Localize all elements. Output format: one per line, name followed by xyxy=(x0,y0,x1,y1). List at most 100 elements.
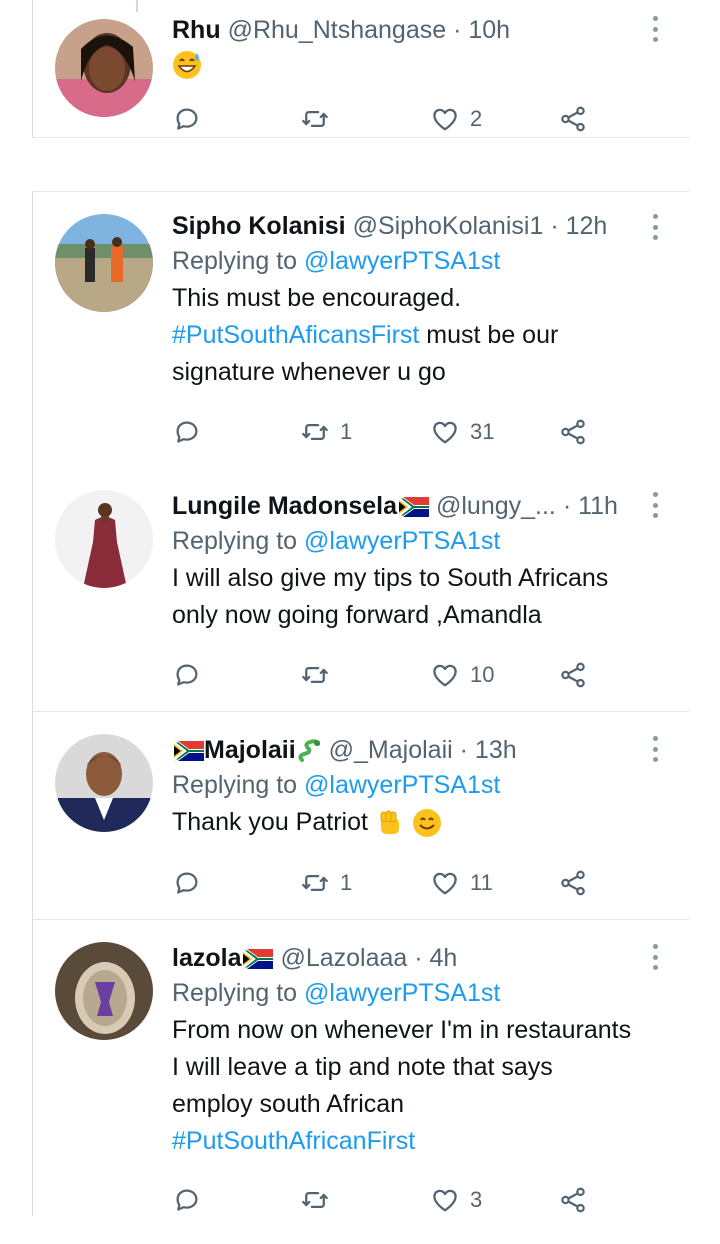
user-handle[interactable]: @SiphoKolanisi1 xyxy=(353,212,544,240)
reply-target-handle[interactable]: @lawyerPTSA1st xyxy=(304,247,500,275)
retweet-button[interactable] xyxy=(300,655,340,695)
reply-button[interactable] xyxy=(172,655,202,695)
tweet-header: Rhu @Rhu_Ntshangase · 10h xyxy=(172,14,661,46)
hashtag-link[interactable]: #PutSouthAficansFirst xyxy=(172,321,419,349)
display-name[interactable]: lazola xyxy=(172,944,241,972)
share-icon xyxy=(558,660,588,690)
tweet-card[interactable]: Sipho Kolanisi @SiphoKolanisi1 · 12h Rep… xyxy=(32,191,689,469)
tweet-text-line: only now going forward ,Amandla xyxy=(172,601,542,629)
reply-target-handle[interactable]: @lawyerPTSA1st xyxy=(304,771,500,799)
replying-to: Replying to @lawyerPTSA1st xyxy=(172,768,661,802)
avatar[interactable] xyxy=(55,734,153,832)
retweet-count: 1 xyxy=(340,419,353,444)
separator-dot: · xyxy=(562,492,572,520)
avatar[interactable] xyxy=(55,490,153,588)
tweet-text: From now on whenever I'm in restaurants … xyxy=(172,1012,661,1160)
timestamp[interactable]: 12h xyxy=(566,212,608,240)
tweet-card[interactable]: Majolaii @_Majolaii · 13h Replying to @l… xyxy=(32,712,689,920)
share-icon xyxy=(558,104,588,134)
display-name[interactable]: Rhu xyxy=(172,16,221,44)
snake-emoji xyxy=(298,739,320,763)
like-button[interactable]: 3 xyxy=(430,1180,482,1220)
more-options-icon[interactable] xyxy=(651,214,659,240)
tweet-header: lazola @Lazolaaa · 4h xyxy=(172,942,661,974)
timestamp[interactable]: 4h xyxy=(430,944,458,972)
tweet-text: Thank you Patriot xyxy=(172,804,661,841)
separator-dot: · xyxy=(414,944,423,972)
reply-icon xyxy=(172,1185,202,1215)
tweet-text-line: Thank you Patriot xyxy=(172,808,368,836)
display-name[interactable]: Majolaii xyxy=(204,736,296,764)
avatar[interactable] xyxy=(55,19,153,117)
tweet-text-line: I will leave a tip and note that says xyxy=(172,1053,553,1081)
user-handle[interactable]: @_Majolaii xyxy=(329,736,453,764)
reply-icon xyxy=(172,104,202,134)
avatar[interactable] xyxy=(55,942,153,1040)
like-button[interactable]: 10 xyxy=(430,655,494,695)
replying-label: Replying to xyxy=(172,247,298,275)
user-handle[interactable]: @Lazolaaa xyxy=(280,944,407,972)
tweet-actions: 1 11 xyxy=(172,863,622,903)
replying-label: Replying to xyxy=(172,979,298,1007)
reply-button[interactable] xyxy=(172,1180,202,1220)
tweet-text-line: This must be encouraged. xyxy=(172,284,462,312)
retweet-icon xyxy=(300,1185,330,1215)
like-button[interactable]: 11 xyxy=(430,863,493,903)
retweet-button[interactable] xyxy=(300,99,340,139)
display-name[interactable]: Lungile Madonsela xyxy=(172,492,397,520)
more-options-icon[interactable] xyxy=(651,944,659,970)
tweet-card[interactable]: Rhu @Rhu_Ntshangase · 10h 2 xyxy=(32,0,689,138)
like-button[interactable]: 31 xyxy=(430,412,494,452)
reply-target-handle[interactable]: @lawyerPTSA1st xyxy=(304,979,500,1007)
share-icon xyxy=(558,1185,588,1215)
reply-button[interactable] xyxy=(172,99,202,139)
like-button[interactable]: 2 xyxy=(430,99,482,139)
share-button[interactable] xyxy=(558,863,588,903)
reply-button[interactable] xyxy=(172,412,202,452)
retweet-button[interactable]: 1 xyxy=(300,863,352,903)
tweet-text: I will also give my tips to South Africa… xyxy=(172,560,661,634)
timestamp[interactable]: 11h xyxy=(578,492,618,520)
heart-icon xyxy=(430,1185,460,1215)
like-count: 2 xyxy=(470,106,483,131)
avatar[interactable] xyxy=(55,214,153,312)
grinning-sweat-emoji xyxy=(173,51,201,79)
south-africa-flag-icon xyxy=(243,949,273,969)
more-options-icon[interactable] xyxy=(651,736,659,762)
tweet-card[interactable]: lazola @Lazolaaa · 4h Replying to @lawye… xyxy=(32,920,689,1216)
tweet-text-line: signature whenever u go xyxy=(172,358,446,386)
share-button[interactable] xyxy=(558,1180,588,1220)
reply-icon xyxy=(172,868,202,898)
smiling-face-emoji xyxy=(412,809,441,838)
more-options-icon[interactable] xyxy=(651,16,659,42)
display-name[interactable]: Sipho Kolanisi xyxy=(172,212,346,240)
heart-icon xyxy=(430,868,460,898)
retweet-button[interactable]: 1 xyxy=(300,412,352,452)
share-icon xyxy=(558,868,588,898)
separator-dot: · xyxy=(453,16,462,44)
thread-line xyxy=(136,0,138,12)
user-handle[interactable]: @Rhu_Ntshangase xyxy=(228,16,447,44)
retweet-button[interactable] xyxy=(300,1180,340,1220)
share-button[interactable] xyxy=(558,99,588,139)
raised-fist-emoji xyxy=(380,810,399,835)
hashtag-link[interactable]: #PutSouthAfricanFirst xyxy=(172,1123,661,1160)
timestamp[interactable]: 13h xyxy=(475,736,517,764)
share-button[interactable] xyxy=(558,412,588,452)
reply-target-handle[interactable]: @lawyerPTSA1st xyxy=(304,527,500,555)
retweet-icon xyxy=(300,868,330,898)
user-handle[interactable]: @lungy_... xyxy=(436,492,556,520)
share-button[interactable] xyxy=(558,655,588,695)
timestamp[interactable]: 10h xyxy=(468,16,510,44)
tweet-text: This must be encouraged. #PutSouthAfican… xyxy=(172,280,661,391)
heart-icon xyxy=(430,417,460,447)
retweet-icon xyxy=(300,660,330,690)
tweet-header: Lungile Madonsela @lungy_... · 11h xyxy=(172,490,661,522)
tweet-card[interactable]: Lungile Madonsela @lungy_... · 11h Reply… xyxy=(32,468,689,712)
retweet-icon xyxy=(300,104,330,134)
reply-button[interactable] xyxy=(172,863,202,903)
reply-icon xyxy=(172,660,202,690)
south-africa-flag-icon xyxy=(174,741,204,761)
more-options-icon[interactable] xyxy=(651,492,659,518)
retweet-count: 1 xyxy=(340,870,353,895)
